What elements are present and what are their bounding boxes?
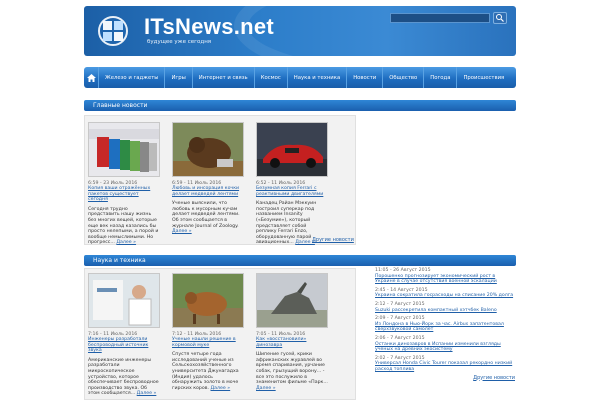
nav-item-weather[interactable]: Погода <box>424 67 458 88</box>
side-news-item: 2:06 - 7 Август 2015 Останки динозавров … <box>375 336 515 353</box>
side-news-title[interactable]: Останки динозавров в Испании изменили вз… <box>375 342 515 353</box>
news-title[interactable]: Ученые нашли решение в кормовой муке <box>172 337 244 348</box>
site-title[interactable]: ITsNews.net <box>144 14 274 40</box>
side-news-item: 2:02 - 7 Август 2015 Универсал Honda Civ… <box>375 356 515 373</box>
read-more-link[interactable]: Далее » <box>256 386 276 391</box>
read-more-link[interactable]: Далее » <box>116 240 136 245</box>
side-news-item: 2:45 - 14 Август 2015 Украина сократила … <box>375 288 515 299</box>
news-title[interactable]: Копия ваши отражённых пакетов существует… <box>88 186 160 203</box>
nav-item-internet[interactable]: Интернет и связь <box>193 67 255 88</box>
news-desc: Спустя четыре года исследований ученые и… <box>172 352 244 391</box>
nav-item-hardware[interactable]: Железо и гаджеты <box>99 67 166 88</box>
news-desc: Ученые выяснили, что любовь к мусорным к… <box>172 201 244 235</box>
news-card: 7:05 - 11 Июль 2016 Как «восстановили» д… <box>256 273 328 391</box>
news-thumbnail[interactable] <box>172 273 244 328</box>
news-card: 7:16 - 11 Июль 2016 Инженеры разработали… <box>88 273 160 397</box>
news-title[interactable]: Любовь и инсорация кочки делает медведей… <box>172 186 244 197</box>
news-card: 6:59 - 23 Июль 2016 Копия ваши отражённы… <box>88 122 160 246</box>
nav-item-incidents[interactable]: Происшествия <box>457 67 510 88</box>
nav-item-society[interactable]: Общество <box>383 67 425 88</box>
news-desc: Американские инженеры разработали микрос… <box>88 358 160 397</box>
home-icon <box>86 73 96 82</box>
main-nav: Железо и гаджеты Игры Интернет и связь К… <box>84 67 516 88</box>
read-more-link[interactable]: Далее » <box>137 391 157 396</box>
news-card: 7:12 - 11 Июль 2016 Ученые нашли решение… <box>172 273 244 391</box>
nav-item-games[interactable]: Игры <box>165 67 193 88</box>
news-desc: Шипение гусей, крики африканских журавле… <box>256 352 328 391</box>
side-news-item: 2:09 - 7 Август 2015 Из Лондона в Нью-Йо… <box>375 316 515 333</box>
side-news-title[interactable]: Suzuki рассекретила компактный хэтчбек B… <box>375 308 515 314</box>
news-thumbnail[interactable] <box>256 273 328 328</box>
news-thumbnail[interactable] <box>256 122 328 177</box>
news-desc-text: Канадец Райан Мэккуин построил суперкар … <box>256 201 317 246</box>
logo-icon[interactable] <box>96 11 130 51</box>
site-tagline: будущее уже сегодня <box>147 39 212 45</box>
news-desc: Сегодня трудно представить нашу жизнь бе… <box>88 207 160 246</box>
news-thumbnail[interactable] <box>88 273 160 328</box>
search-button[interactable] <box>493 12 507 24</box>
search-input[interactable] <box>390 13 490 23</box>
news-title[interactable]: Как «восстановили» динозавра <box>256 337 328 348</box>
science-panel: 7:16 - 11 Июль 2016 Инженеры разработали… <box>84 268 356 400</box>
news-card: 6:52 - 11 Июль 2016 Безумная копия Ferra… <box>256 122 328 246</box>
nav-item-space[interactable]: Космос <box>255 67 288 88</box>
more-news-link[interactable]: Другие новости <box>312 237 354 243</box>
side-news-title[interactable]: Из Лондона в Нью-Йорк за час. Airbus зап… <box>375 322 515 333</box>
news-title[interactable]: Безумная копия Ferrari с реактивными дви… <box>256 186 328 197</box>
nav-item-news[interactable]: Новости <box>347 67 384 88</box>
news-title[interactable]: Инженеры разработали беспроводный источн… <box>88 337 160 354</box>
nav-home[interactable] <box>84 67 99 88</box>
side-news-title[interactable]: Порошенко прогнозирует экономический рос… <box>375 274 515 285</box>
more-science-link[interactable]: Другие новости <box>375 375 515 381</box>
side-news-item: 11:05 - 26 Август 2015 Порошенко прогноз… <box>375 268 515 285</box>
read-more-link[interactable]: Далее » <box>211 386 231 391</box>
news-desc-text: Шипение гусей, крики африканских журавле… <box>256 352 328 386</box>
science-side-list: 11:05 - 26 Август 2015 Порошенко прогноз… <box>375 268 515 381</box>
news-thumbnail[interactable] <box>88 122 160 177</box>
side-news-title[interactable]: Украина сократила госрасходы на списание… <box>375 293 515 299</box>
read-more-link[interactable]: Далее » <box>172 229 192 234</box>
site-header: ITsNews.net будущее уже сегодня <box>84 6 516 56</box>
news-card: 6:59 - 11 Июль 2016 Любовь и инсорация к… <box>172 122 244 235</box>
nav-item-science[interactable]: Наука и техника <box>288 67 348 88</box>
main-news-heading: Главные новости <box>84 100 516 111</box>
search-icon <box>496 14 504 22</box>
news-thumbnail[interactable] <box>172 122 244 177</box>
side-news-item: 2:12 - 7 Август 2015 Suzuki рассекретила… <box>375 302 515 313</box>
science-heading: Наука и техника <box>84 255 516 266</box>
main-news-panel: 6:59 - 23 Июль 2016 Копия ваши отражённы… <box>84 115 356 245</box>
side-news-title[interactable]: Универсал Honda Civic Tourer показал рек… <box>375 361 515 372</box>
news-desc-text: Ученые выяснили, что любовь к мусорным к… <box>172 201 240 229</box>
